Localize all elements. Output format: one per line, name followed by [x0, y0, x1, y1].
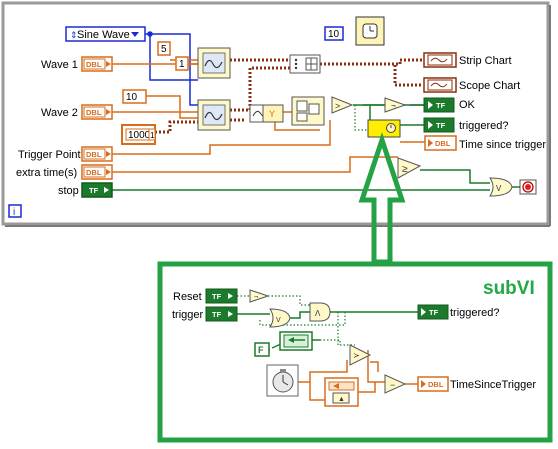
subvi-trigger-terminal[interactable]: TF — [205, 306, 238, 322]
svg-text:Y: Y — [269, 109, 275, 119]
svg-text:TF: TF — [436, 101, 446, 110]
svg-text:−: − — [390, 380, 395, 390]
svg-text:5: 5 — [161, 44, 167, 55]
label-stop: stop — [58, 185, 79, 197]
svg-text:DBL: DBL — [86, 60, 102, 69]
constant-5[interactable]: 5 — [157, 41, 171, 56]
svg-text:≻: ≻ — [353, 351, 360, 360]
ok-terminal[interactable]: TF — [423, 97, 455, 113]
svg-text:DBL: DBL — [86, 108, 102, 117]
wait-timer-icon[interactable] — [355, 16, 385, 46]
subvi-node[interactable] — [367, 119, 401, 138]
svg-text:TF: TF — [89, 186, 99, 195]
scope-chart-terminal[interactable] — [423, 77, 457, 93]
subvi-shift-register-bool[interactable] — [279, 331, 313, 351]
constant-10-timing[interactable]: 10 — [324, 26, 344, 41]
stop-button-icon[interactable] — [519, 179, 537, 195]
svg-text:¬: ¬ — [254, 294, 258, 301]
subvi-label-trigger: trigger — [172, 309, 204, 321]
waveform-generator-2[interactable] — [197, 99, 231, 131]
label-time-since-trigger: Time since trigger — [459, 139, 546, 151]
constant-1000-array[interactable]: 1000 1 — [121, 124, 156, 145]
constant-1[interactable]: 1 — [175, 56, 189, 71]
svg-text:▲: ▲ — [338, 396, 345, 403]
svg-text:10: 10 — [126, 92, 138, 103]
extra-time-terminal[interactable]: DBL — [81, 164, 113, 180]
svg-text:TF: TF — [212, 310, 222, 319]
info-icon[interactable]: i — [8, 204, 22, 218]
svg-text:DBL: DBL — [428, 380, 444, 389]
subvi-title: subVI — [483, 278, 535, 299]
svg-text:Λ: Λ — [315, 309, 321, 318]
svg-text:V: V — [276, 317, 281, 324]
constant-10[interactable]: 10 — [122, 89, 147, 104]
label-extra-time: extra time(s) — [16, 167, 77, 179]
svg-text:10: 10 — [328, 29, 340, 40]
subvi-and-node[interactable]: Λ — [309, 302, 331, 322]
trigger-point-terminal[interactable]: DBL — [81, 146, 113, 162]
get-waveform-component-node[interactable]: Y — [249, 104, 284, 123]
label-wave1: Wave 1 — [41, 59, 78, 71]
build-waveform-node[interactable] — [289, 54, 321, 74]
block-diagram: ⇕ Sine Wave Wave 1 DBL Wave 2 DBL Trigge… — [1, 1, 553, 443]
subvi-time-since-trigger-terminal[interactable]: DBL — [417, 376, 449, 392]
label-wave2: Wave 2 — [41, 107, 78, 119]
svg-text:1: 1 — [179, 59, 185, 70]
label-triggered: triggered? — [459, 120, 509, 132]
subvi-label-reset: Reset — [173, 291, 202, 303]
label-ok: OK — [459, 99, 476, 111]
subvi-false-constant[interactable]: F — [254, 342, 270, 357]
label-scope-chart: Scope Chart — [459, 80, 520, 92]
svg-text:1: 1 — [150, 131, 155, 140]
stop-terminal[interactable]: TF — [81, 182, 113, 198]
svg-text:TF: TF — [436, 121, 446, 130]
svg-text:F: F — [258, 345, 264, 355]
enum-control-sine-wave[interactable]: ⇕ Sine Wave — [65, 26, 146, 42]
svg-text:V: V — [496, 184, 502, 193]
subvi-reset-terminal[interactable]: TF — [205, 288, 238, 304]
array-subset-node[interactable] — [291, 96, 325, 126]
svg-text:¬: ¬ — [391, 101, 396, 110]
subvi-label-triggered: triggered? — [450, 307, 500, 319]
label-trigger-point: Trigger Point — [18, 149, 81, 161]
svg-text:1000: 1000 — [128, 130, 151, 141]
svg-text:>: > — [335, 101, 340, 111]
waveform-generator-1[interactable] — [197, 47, 231, 79]
triggered-terminal[interactable]: TF — [423, 117, 455, 133]
subvi-triggered-terminal[interactable]: TF — [417, 304, 449, 320]
svg-text:≥: ≥ — [402, 164, 408, 175]
wave2-terminal[interactable]: DBL — [81, 104, 113, 120]
strip-chart-terminal[interactable] — [423, 52, 457, 68]
svg-text:i: i — [13, 207, 15, 218]
svg-text:TF: TF — [212, 292, 222, 301]
svg-text:DBL: DBL — [86, 150, 102, 159]
wave1-terminal[interactable]: DBL — [81, 56, 113, 72]
subvi-label-time-since-trigger: TimeSinceTrigger — [450, 379, 536, 391]
enum-value: Sine Wave — [77, 29, 130, 41]
time-since-trigger-terminal[interactable]: DBL — [424, 135, 457, 151]
label-strip-chart: Strip Chart — [459, 55, 512, 67]
svg-text:TF: TF — [429, 308, 439, 317]
subvi-shift-register-time[interactable]: ▲ — [324, 377, 359, 407]
stopwatch-icon[interactable] — [266, 364, 299, 397]
svg-text:DBL: DBL — [86, 168, 102, 177]
svg-text:DBL: DBL — [435, 139, 451, 148]
